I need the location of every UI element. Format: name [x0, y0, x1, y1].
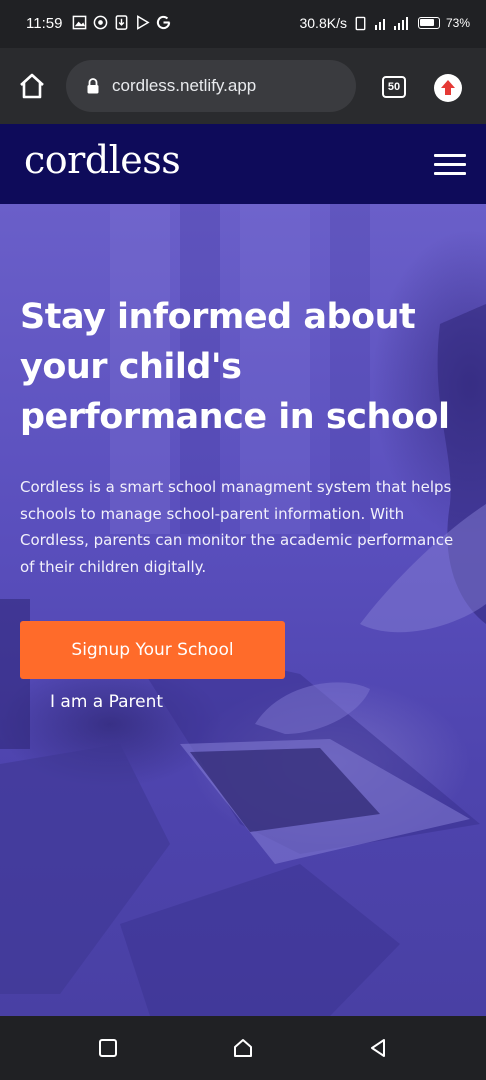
lock-icon [87, 78, 99, 94]
notification-icons [72, 15, 171, 30]
hero-description: Cordless is a smart school managment sys… [20, 478, 454, 576]
browser-toolbar: cordless.netlify.app 50 [0, 48, 486, 124]
system-nav-bar [0, 1016, 486, 1080]
signal-icon [374, 16, 408, 30]
site-header: cordless [0, 124, 486, 204]
url-text[interactable]: cordless.netlify.app [112, 76, 256, 96]
tabs-icon[interactable]: 50 [382, 76, 406, 98]
logo[interactable]: cordless [24, 138, 181, 182]
back-icon[interactable] [366, 1036, 390, 1060]
parent-link[interactable]: I am a Parent [50, 692, 163, 712]
signup-school-button[interactable]: Signup Your School [20, 621, 285, 679]
battery-level: 73% [445, 16, 470, 30]
google-icon [156, 15, 171, 30]
home-icon[interactable] [231, 1036, 255, 1060]
download-icon [115, 15, 128, 30]
address-bar[interactable]: cordless.netlify.app [66, 60, 356, 112]
play-store-icon [137, 15, 150, 30]
recents-icon[interactable] [96, 1036, 120, 1060]
status-time: 11:59 [26, 15, 63, 32]
update-icon[interactable] [434, 74, 462, 102]
network-speed: 30.8K/s [299, 15, 347, 31]
gallery-icon [72, 15, 87, 30]
hamburger-menu-icon[interactable] [434, 154, 466, 176]
hero-section: Stay informed about your child's perform… [0, 204, 486, 1016]
home-icon[interactable] [16, 70, 48, 102]
hero-title: Stay informed about your child's perform… [20, 297, 450, 437]
vibrate-icon [355, 16, 366, 30]
status-bar: 11:59 30.8K/s 73% [0, 0, 486, 48]
battery-icon [417, 17, 440, 29]
status-right: 30.8K/s 73% [299, 15, 470, 31]
circle-icon [93, 15, 108, 30]
